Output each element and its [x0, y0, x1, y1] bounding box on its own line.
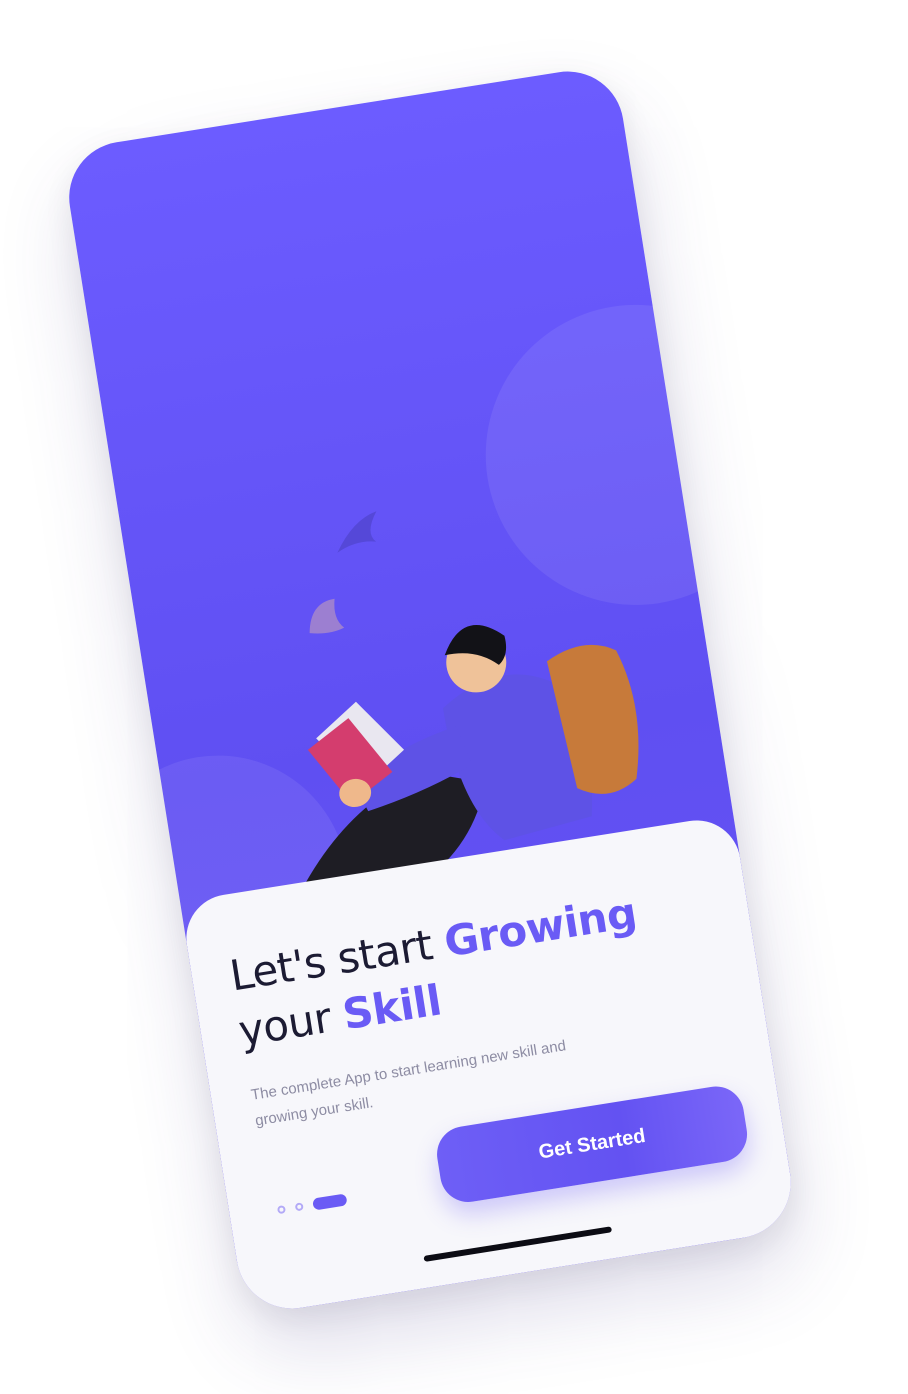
page-dot[interactable]	[294, 1202, 304, 1212]
page-dot-active[interactable]	[312, 1193, 348, 1211]
headline-highlight: Skill	[339, 975, 445, 1040]
onboarding-card: Let's start Growing your Skill The compl…	[180, 814, 799, 1317]
get-started-label: Get Started	[537, 1124, 647, 1164]
page-dot[interactable]	[276, 1205, 287, 1215]
headline-highlight: Growing	[440, 887, 640, 967]
bird-icon	[309, 598, 345, 634]
page-indicator	[276, 1193, 348, 1216]
phone-screen: Let's start Growing your Skill The compl…	[61, 63, 799, 1317]
bird-icon	[337, 511, 377, 553]
stage: Let's start Growing your Skill The compl…	[0, 0, 908, 1394]
onboarding-headline: Let's start Growing your Skill	[226, 874, 718, 1060]
headline-text: your	[235, 990, 347, 1056]
get-started-button[interactable]: Get Started	[433, 1082, 752, 1207]
